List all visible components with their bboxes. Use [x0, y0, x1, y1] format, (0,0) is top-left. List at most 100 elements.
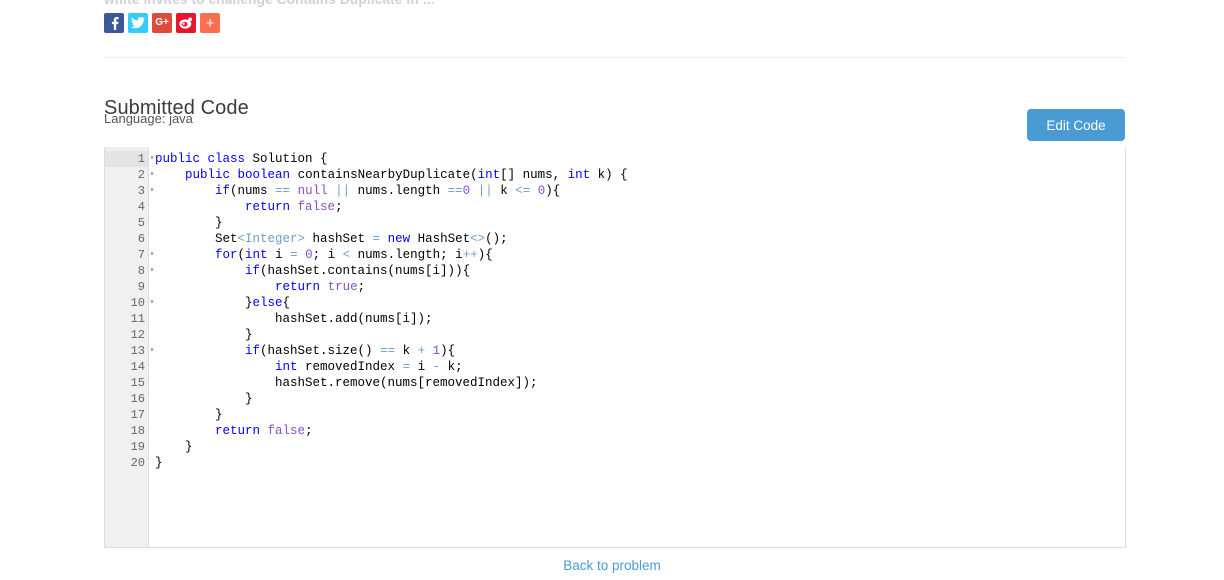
- fold-toggle-icon[interactable]: ▾: [147, 263, 157, 279]
- code-token: nums.length: [350, 184, 448, 198]
- back-to-problem-link[interactable]: Back to problem: [0, 558, 1224, 573]
- code-token: int: [275, 360, 298, 374]
- code-token: 1: [432, 344, 441, 358]
- line-number: 18: [130, 424, 145, 438]
- line-number: 19: [130, 440, 145, 454]
- code-token: (hashSet.size(): [260, 344, 381, 358]
- code-token: false: [267, 424, 306, 438]
- gutter-line-9: 9: [105, 279, 148, 295]
- code-token: public: [185, 168, 231, 182]
- code-token: Solution {: [245, 152, 328, 166]
- fold-toggle-icon[interactable]: ▾: [147, 343, 157, 359]
- social-share-bar: G+ +: [104, 13, 220, 33]
- code-token: int: [245, 248, 268, 262]
- gutter-line-8: 8 ▾: [105, 263, 155, 279]
- gutter-line-14: 14: [105, 359, 148, 375]
- gutter-line-6: 6: [105, 231, 148, 247]
- code-token: ==: [447, 184, 463, 198]
- code-line-13: if(hashSet.size() == k + 1){: [155, 343, 1125, 359]
- code-editor[interactable]: 1 ▾ 2 ▾ 3 ▾ 4 5 6 7 ▾ 8 ▾ 9 10 ▾ 11 12 13 ▾ 14 15 16 17 18 19 20 p…: [104, 147, 1126, 548]
- more-share-icon[interactable]: +: [200, 13, 220, 33]
- code-token: }: [155, 296, 253, 310]
- editor-code-area[interactable]: public class Solution { public boolean c…: [149, 147, 1125, 547]
- gutter-line-3: 3 ▾: [105, 183, 155, 199]
- code-line-14: int removedIndex = i - k;: [155, 359, 1125, 375]
- line-number: 6: [137, 232, 145, 246]
- code-token: ||: [335, 184, 351, 198]
- code-token: =: [402, 360, 411, 374]
- fold-toggle-icon[interactable]: ▾: [147, 167, 157, 183]
- code-line-5: }: [155, 215, 1125, 231]
- line-number: 20: [130, 456, 145, 470]
- line-number: 8: [137, 264, 145, 278]
- code-token: (hashSet.contains(nums[i])){: [260, 264, 471, 278]
- line-number: 11: [130, 312, 145, 326]
- line-number: 17: [130, 408, 145, 422]
- section-divider: [104, 57, 1126, 58]
- code-token: public: [155, 152, 201, 166]
- gutter-line-17: 17: [105, 407, 148, 423]
- gutter-line-5: 5: [105, 215, 148, 231]
- code-token: hashSet.remove(nums[removedIndex]);: [155, 376, 538, 390]
- line-number: 1: [137, 152, 145, 166]
- code-line-15: hashSet.remove(nums[removedIndex]);: [155, 375, 1125, 391]
- line-number: 14: [130, 360, 145, 374]
- edit-code-button[interactable]: Edit Code: [1027, 109, 1125, 141]
- code-line-3: if(nums == null || nums.length ==0 || k …: [155, 183, 1125, 199]
- code-token: k;: [440, 360, 463, 374]
- line-number: 10: [130, 296, 145, 310]
- code-line-10: }else{: [155, 295, 1125, 311]
- code-token: =: [290, 248, 298, 262]
- gutter-line-1: 1 ▾: [105, 151, 154, 167]
- code-token: +: [417, 344, 426, 358]
- code-token: null: [297, 184, 328, 198]
- code-token: if: [245, 344, 261, 358]
- code-token: return: [245, 200, 291, 214]
- gutter-line-7: 7 ▾: [105, 247, 155, 263]
- language-label: Language: java: [104, 111, 193, 126]
- gutter-line-4: 4: [105, 199, 148, 215]
- code-token: Set: [155, 232, 238, 246]
- code-token: ==: [275, 184, 291, 198]
- code-token: <=: [515, 184, 531, 198]
- code-line-11: hashSet.add(nums[i]);: [155, 311, 1125, 327]
- editor-gutter: 1 ▾ 2 ▾ 3 ▾ 4 5 6 7 ▾ 8 ▾ 9 10 ▾ 11 12 13 ▾ 14 15 16 17 18 19 20: [105, 147, 155, 547]
- line-number: 4: [137, 200, 145, 214]
- code-line-8: if(hashSet.contains(nums[i])){: [155, 263, 1125, 279]
- code-token: for: [215, 248, 238, 262]
- line-number: 2: [137, 168, 145, 182]
- fold-toggle-icon[interactable]: ▾: [147, 295, 157, 311]
- facebook-icon[interactable]: [104, 13, 124, 33]
- fold-toggle-icon[interactable]: ▾: [147, 183, 157, 199]
- page-headline: white invites to challenge Contains Dupl…: [104, 0, 804, 7]
- code-token: ){: [545, 184, 561, 198]
- twitter-icon[interactable]: [128, 13, 148, 33]
- fold-toggle-icon[interactable]: ▾: [147, 151, 157, 167]
- code-token: boolean: [237, 168, 291, 182]
- code-token: (: [237, 248, 246, 262]
- google-plus-glyph: G+: [155, 17, 169, 28]
- code-token: <>: [470, 232, 486, 246]
- google-plus-icon[interactable]: G+: [152, 13, 172, 33]
- fold-toggle-icon[interactable]: ▾: [147, 247, 157, 263]
- code-token: }: [155, 440, 193, 454]
- code-line-20: }: [155, 455, 1125, 471]
- gutter-line-2: 2 ▾: [105, 167, 155, 183]
- gutter-line-11: 11: [105, 311, 148, 327]
- code-token: ;: [305, 424, 313, 438]
- line-number: 7: [137, 248, 145, 262]
- submission-page: white invites to challenge Contains Dupl…: [0, 0, 1224, 580]
- code-token: k) {: [590, 168, 628, 182]
- weibo-icon[interactable]: [176, 13, 196, 33]
- code-line-9: return true;: [155, 279, 1125, 295]
